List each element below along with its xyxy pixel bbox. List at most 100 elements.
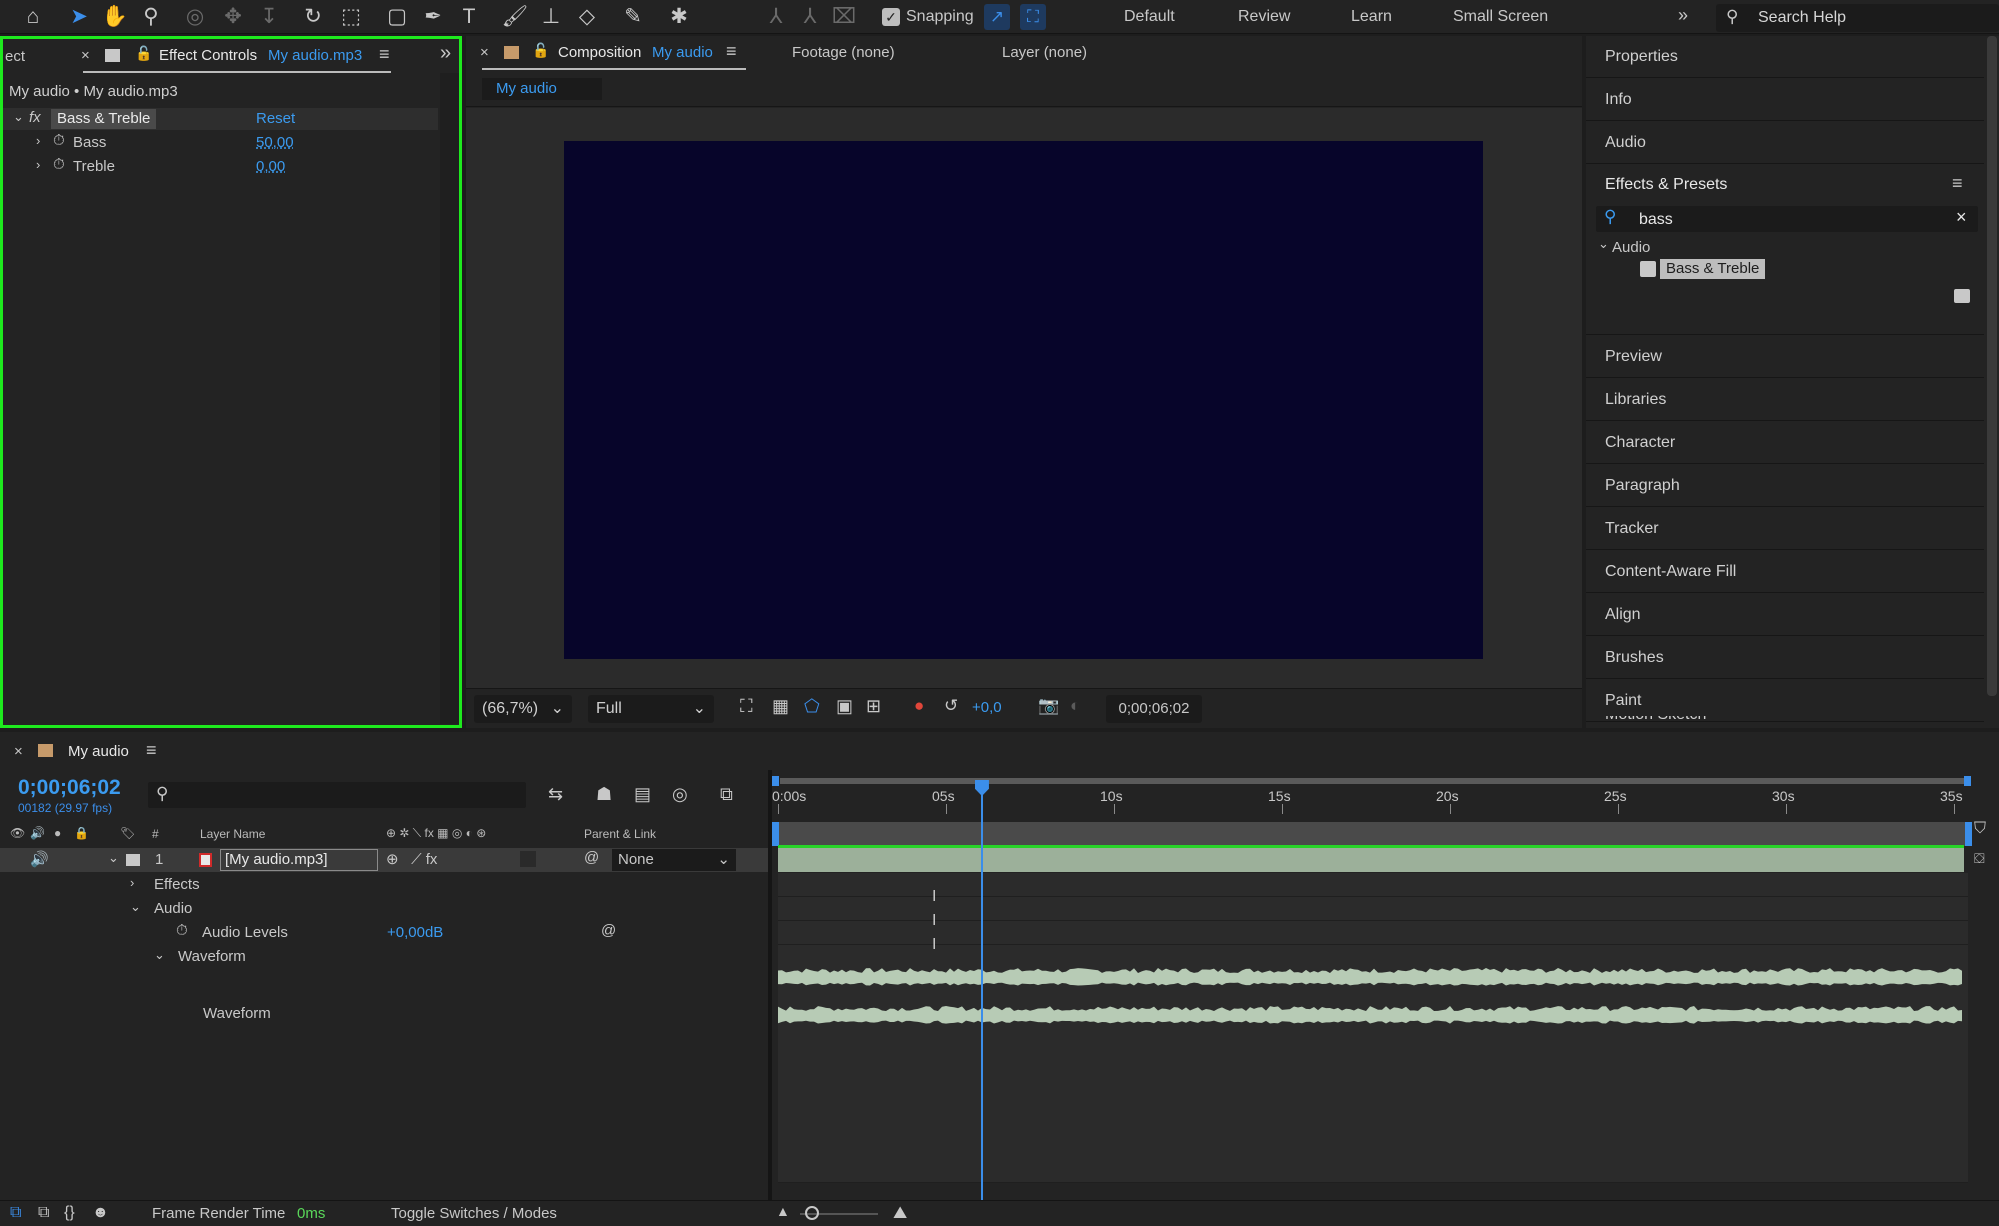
timeline-timecode[interactable]: 0;00;06;02 xyxy=(18,776,121,800)
resolution-dropdown[interactable]: Full ⌄ xyxy=(588,695,714,723)
exposure-value[interactable]: +0,0 xyxy=(972,699,1002,716)
rotation-tool-icon[interactable]: ↻ xyxy=(299,3,327,31)
pick-whip-icon[interactable]: @ xyxy=(584,849,599,866)
snap-features-icon[interactable]: ⛶ xyxy=(1020,4,1046,30)
motion-blur-icon[interactable]: ◎ xyxy=(672,784,688,805)
parent-dropdown[interactable]: None ⌄ xyxy=(612,849,736,871)
zoom-in-icon[interactable]: ⛰ xyxy=(893,1203,907,1223)
roto-brush-icon[interactable]: ✎ xyxy=(619,3,647,31)
eye-icon[interactable]: 👁 xyxy=(10,826,25,840)
channels-icon[interactable]: ● xyxy=(914,696,924,716)
switch-box[interactable] xyxy=(520,851,536,867)
panel-preview[interactable]: Preview xyxy=(1586,336,1984,378)
playhead-line[interactable] xyxy=(980,784,983,1200)
reset-exposure-icon[interactable]: ↺ xyxy=(944,696,958,716)
effects-presets-title[interactable]: Effects & Presets xyxy=(1605,176,1727,194)
comp-mini-flowchart-icon[interactable]: ⇆ xyxy=(548,784,563,805)
workspace-review[interactable]: Review xyxy=(1238,8,1290,26)
zoom-out-icon[interactable]: ▲ xyxy=(776,1203,790,1219)
panel-align[interactable]: Align xyxy=(1586,594,1984,636)
prop-row-audio[interactable]: ⌄ Audio xyxy=(0,897,768,921)
work-area-range[interactable] xyxy=(780,778,1964,784)
speaker-icon[interactable]: 🔊 xyxy=(30,850,49,868)
composition-canvas[interactable] xyxy=(564,141,1483,659)
layer-duration-bar[interactable] xyxy=(778,848,1964,872)
effect-controls-tab-source[interactable]: My audio.mp3 xyxy=(268,47,362,64)
time-ruler[interactable]: 0:00s 05s 10s 15s 20s 25s 30s 35s xyxy=(772,786,1972,816)
type-tool-icon[interactable]: T xyxy=(455,3,483,31)
work-area-start-handle[interactable] xyxy=(772,776,779,786)
frame-blending-icon[interactable]: ▤ xyxy=(634,784,651,805)
panel-audio[interactable]: Audio xyxy=(1586,122,1984,164)
layer-label-color[interactable] xyxy=(126,854,140,866)
panel-properties[interactable]: Properties xyxy=(1586,36,1984,78)
solo-icon[interactable]: ● xyxy=(54,826,61,840)
shy-layers-icon[interactable]: ☗ xyxy=(596,784,612,805)
effects-search-field[interactable]: ⚲ bass × xyxy=(1596,206,1978,232)
panel-motion-sketch[interactable]: Motion Sketch xyxy=(1605,716,1706,728)
panel-character[interactable]: Character xyxy=(1586,422,1984,464)
workspace-small-screen[interactable]: Small Screen xyxy=(1453,8,1548,26)
layer-row[interactable]: 🔊 ⌄ 1 [My audio.mp3] ⊕ ⟋ fx @ None ⌄ xyxy=(0,848,768,872)
snapshot-camera-icon[interactable]: 📷 xyxy=(1038,696,1059,716)
stopwatch-icon[interactable]: ⏱ xyxy=(53,132,65,149)
zoom-slider-thumb[interactable] xyxy=(805,1206,819,1220)
work-area-bar[interactable] xyxy=(772,776,1972,786)
audio-levels-value[interactable]: +0,00dB xyxy=(387,924,443,941)
current-time-field[interactable]: 0;00;06;02 xyxy=(1106,695,1202,723)
param-row-bass[interactable]: › ⏱ Bass 50,00 xyxy=(3,132,438,154)
prop-row-audio-levels[interactable]: ⏱ Audio Levels +0,00dB @ xyxy=(0,921,768,945)
comp-marker-icon[interactable]: ⛉ xyxy=(1974,820,1986,838)
category-audio[interactable]: Audio xyxy=(1612,239,1650,256)
clear-search-icon[interactable]: × xyxy=(1956,207,1967,228)
expand-panels-icon[interactable]: » xyxy=(440,42,451,65)
layer-name[interactable]: [My audio.mp3] xyxy=(220,849,378,871)
panel-libraries[interactable]: Libraries xyxy=(1586,379,1984,421)
puppet-pin-icon[interactable]: ✱ xyxy=(665,3,693,31)
effect-name[interactable]: Bass & Treble xyxy=(51,109,157,129)
workspace-learn[interactable]: Learn xyxy=(1351,8,1392,26)
chevron-down-icon[interactable]: ⌄ xyxy=(154,947,165,963)
in-out-icon[interactable]: {} xyxy=(64,1204,75,1222)
pan-camera-icon[interactable]: ✥ xyxy=(219,3,247,31)
more-workspaces-icon[interactable]: » xyxy=(1678,5,1688,26)
dolly-camera-icon[interactable]: ↧ xyxy=(255,3,283,31)
transfer-controls-icon[interactable]: ⧉ xyxy=(38,1204,49,1222)
orbit-camera-icon[interactable]: ◎ xyxy=(181,3,209,31)
work-area-end-handle[interactable] xyxy=(1964,776,1971,786)
pan-behind-icon[interactable]: ⬚ xyxy=(337,3,365,31)
layer-switches-toggle-icon[interactable]: ⧉ xyxy=(10,1204,21,1222)
param-value[interactable]: 0,00 xyxy=(256,158,285,175)
hand-tool-icon[interactable]: ✋ xyxy=(101,3,129,31)
reset-button[interactable]: Reset xyxy=(256,110,295,127)
work-area-marker[interactable] xyxy=(772,822,779,846)
clone-stamp-icon[interactable]: ⊥ xyxy=(537,3,565,31)
speaker-icon[interactable]: 🔊 xyxy=(30,826,45,840)
effect-controls-tab-title[interactable]: Effect Controls xyxy=(159,47,257,64)
lock-icon[interactable]: 🔒 xyxy=(74,826,89,840)
graph-editor-icon[interactable]: ⧉ xyxy=(720,784,733,805)
snapping-checkbox[interactable]: ✓ xyxy=(882,8,900,26)
chevron-right-icon[interactable]: › xyxy=(36,133,40,148)
home-icon[interactable]: ⌂ xyxy=(19,3,47,31)
col-parent-link[interactable]: Parent & Link xyxy=(584,827,656,841)
col-layer-name[interactable]: Layer Name xyxy=(200,827,265,841)
eraser-tool-icon[interactable]: ◇ xyxy=(573,3,601,31)
scrollbar[interactable] xyxy=(440,73,459,724)
guides-icon[interactable]: ⊞ xyxy=(866,696,881,717)
composition-tab-source[interactable]: My audio xyxy=(652,44,713,61)
panel-menu-icon[interactable]: ≡ xyxy=(379,44,390,65)
panel-menu-icon[interactable]: ≡ xyxy=(726,41,737,62)
chevron-down-icon[interactable]: ⌄ xyxy=(108,850,119,866)
composition-tab-title[interactable]: Composition xyxy=(558,44,641,61)
chevron-down-icon[interactable]: ⌄ xyxy=(130,899,141,915)
snap-edges-icon[interactable]: ↗ xyxy=(984,4,1010,30)
layer-tab[interactable]: Layer (none) xyxy=(1002,44,1087,61)
layer-switches-icon[interactable]: ⊕ ⟋ fx xyxy=(386,850,437,868)
show-snapshot-icon[interactable]: ◐ xyxy=(1070,696,1080,716)
panel-content-aware-fill[interactable]: Content-Aware Fill xyxy=(1586,551,1984,593)
pen-tool-icon[interactable]: ✒ xyxy=(419,3,447,31)
pick-whip-icon[interactable]: @ xyxy=(601,922,616,939)
stopwatch-icon[interactable]: ⏱ xyxy=(176,922,188,939)
local-axis-icon[interactable]: ⅄ xyxy=(762,3,790,31)
